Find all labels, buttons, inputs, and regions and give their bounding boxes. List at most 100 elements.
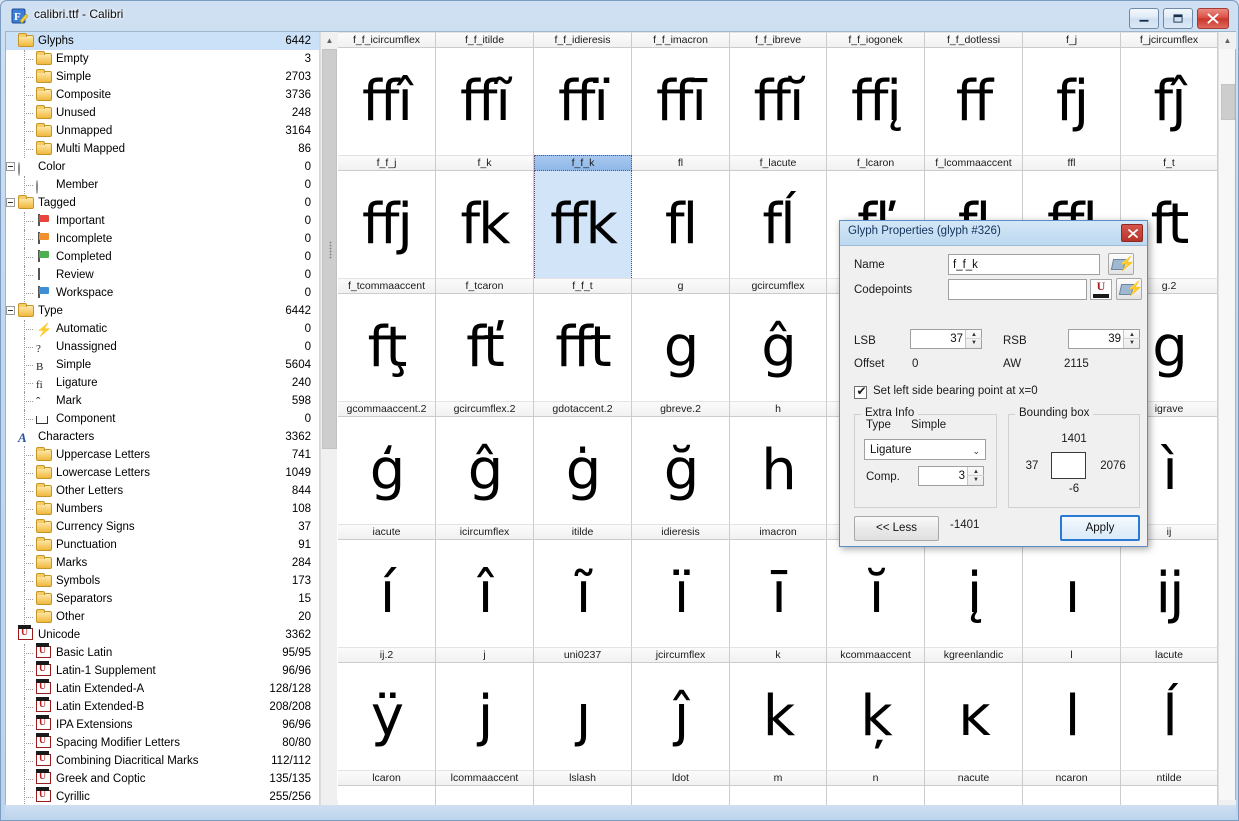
glyph-cell-label[interactable]: icircumflex bbox=[436, 524, 534, 540]
glyph-cell[interactable]: fĺ bbox=[730, 171, 827, 278]
glyph-cell-label[interactable]: lacute bbox=[1121, 647, 1218, 663]
glyph-cell[interactable]: ĵ bbox=[632, 663, 730, 770]
glyph-type-select[interactable]: Ligature ⌄ bbox=[864, 439, 986, 460]
tree-item-composite[interactable]: Composite 3736 bbox=[6, 86, 319, 104]
glyph-cell[interactable]: g bbox=[632, 294, 730, 401]
glyph-cell[interactable]: ĝ bbox=[436, 417, 534, 524]
glyph-cell[interactable]: ğ bbox=[632, 417, 730, 524]
tree-item-incomplete[interactable]: Incomplete 0 bbox=[6, 230, 319, 248]
tree-item-review[interactable]: Review 0 bbox=[6, 266, 319, 284]
glyph-cell[interactable]: j bbox=[436, 663, 534, 770]
less-button[interactable]: << Less bbox=[854, 516, 939, 541]
glyph-cell-label[interactable]: lcaron bbox=[338, 770, 436, 786]
glyph-cell[interactable]: ff bbox=[925, 48, 1023, 155]
apply-button[interactable]: Apply bbox=[1060, 515, 1140, 541]
rsb-spin-up[interactable]: ▲ bbox=[1124, 330, 1140, 339]
glyph-cell-label[interactable]: gdotaccent.2 bbox=[534, 401, 632, 417]
tree-item-unmapped[interactable]: Unmapped 3164 bbox=[6, 122, 319, 140]
glyph-cell-label[interactable]: f_lacute bbox=[730, 155, 827, 171]
tree-expander-collapse-icon[interactable] bbox=[6, 306, 15, 315]
glyph-cell-label[interactable]: g bbox=[632, 278, 730, 294]
glyph-cell-label[interactable]: ncaron bbox=[1023, 770, 1121, 786]
glyph-cell-label[interactable]: m bbox=[730, 770, 827, 786]
comp-spin-up[interactable]: ▲ bbox=[968, 467, 984, 476]
glyph-cell[interactable]: ġ bbox=[534, 417, 632, 524]
tree-item-symbols[interactable]: Symbols 173 bbox=[6, 572, 319, 590]
tree-item-currency-signs[interactable]: Currency Signs 37 bbox=[6, 518, 319, 536]
glyph-cell[interactable]: ĺ bbox=[1121, 663, 1218, 770]
tree-item-uppercase-letters[interactable]: Uppercase Letters 741 bbox=[6, 446, 319, 464]
lsb-spin-buttons[interactable]: ▲ ▼ bbox=[965, 330, 982, 348]
glyph-cell[interactable]: h bbox=[730, 417, 827, 524]
glyph-cell-label[interactable]: fl bbox=[632, 155, 730, 171]
tree-item-tagged[interactable]: Tagged 0 bbox=[6, 194, 319, 212]
tree-item-punctuation[interactable]: Punctuation 91 bbox=[6, 536, 319, 554]
glyph-cell[interactable]: î bbox=[436, 540, 534, 647]
tree-item-ligature[interactable]: fi Ligature 240 bbox=[6, 374, 319, 392]
glyph-cell-label[interactable]: f_t bbox=[1121, 155, 1218, 171]
glyph-cell-label[interactable]: k bbox=[730, 647, 827, 663]
glyph-cell[interactable]: ffĩ bbox=[436, 48, 534, 155]
tree-item-lowercase-letters[interactable]: Lowercase Letters 1049 bbox=[6, 464, 319, 482]
tree-scroll-up-button[interactable]: ▲ bbox=[321, 32, 338, 49]
glyph-cell[interactable]: ĝ bbox=[730, 294, 827, 401]
tree-item-unicode[interactable]: U Unicode 3362 bbox=[6, 625, 319, 644]
glyph-cell[interactable]: fť bbox=[436, 294, 534, 401]
glyph-cell[interactable]: ffk bbox=[534, 171, 632, 278]
glyph-cell[interactable]: ffj bbox=[338, 171, 436, 278]
glyph-cell[interactable]: fĵ bbox=[1121, 48, 1218, 155]
glyph-cell-label[interactable]: kcommaaccent bbox=[827, 647, 925, 663]
tree-item-automatic[interactable]: ⚡ Automatic 0 bbox=[6, 320, 319, 338]
glyph-cell-label[interactable]: l bbox=[1023, 647, 1121, 663]
glyph-cell-label[interactable]: idieresis bbox=[632, 524, 730, 540]
tree-scrollbar-thumb[interactable] bbox=[322, 49, 337, 449]
tree-item-simple[interactable]: B Simple 5604 bbox=[6, 356, 319, 374]
maximize-button[interactable] bbox=[1163, 8, 1193, 29]
tree-item-empty[interactable]: Empty 3 bbox=[6, 50, 319, 68]
glyph-cell-label[interactable]: f_f_imacron bbox=[632, 32, 730, 48]
dialog-close-button[interactable] bbox=[1121, 224, 1143, 242]
tree-item-spacing-modifier-letters[interactable]: U Spacing Modifier Letters 80/80 bbox=[6, 733, 319, 752]
comp-stepper[interactable]: 3 ▲ ▼ bbox=[918, 466, 984, 486]
glyph-cell-label[interactable]: imacron bbox=[730, 524, 827, 540]
lsb-stepper[interactable]: 37 ▲ ▼ bbox=[910, 329, 982, 349]
grid-scrollbar[interactable]: ▲ ▼ bbox=[1218, 32, 1236, 817]
glyph-cell[interactable]: fk bbox=[436, 171, 534, 278]
tree-expander-collapse-icon[interactable] bbox=[6, 162, 15, 171]
tree-item-cyrillic[interactable]: U Cyrillic 255/256 bbox=[6, 787, 319, 806]
glyph-cell-label[interactable]: f_f_itilde bbox=[436, 32, 534, 48]
glyph-cell[interactable]: ffĭ bbox=[730, 48, 827, 155]
glyph-cell[interactable]: į bbox=[925, 540, 1023, 647]
glyph-cell[interactable]: ï bbox=[632, 540, 730, 647]
glyph-cell[interactable]: l bbox=[1023, 663, 1121, 770]
grid-scrollbar-thumb[interactable] bbox=[1221, 84, 1235, 120]
glyph-cell-label[interactable]: f_f_ibreve bbox=[730, 32, 827, 48]
tag-lightning-icon-button-codepoints[interactable]: ⚡ bbox=[1116, 278, 1143, 300]
glyph-cell-label[interactable]: f_k bbox=[436, 155, 534, 171]
glyph-cell-label[interactable]: f_tcaron bbox=[436, 278, 534, 294]
glyph-tree[interactable]: Glyphs 6442 Empty 3 Simple 2703 Composite 3736 U… bbox=[6, 32, 320, 817]
minimize-button[interactable] bbox=[1129, 8, 1159, 29]
glyph-cell[interactable]: ȷ bbox=[534, 663, 632, 770]
glyph-cell-label[interactable]: n bbox=[827, 770, 925, 786]
tree-expander-collapse-icon[interactable] bbox=[6, 198, 15, 207]
glyph-cell[interactable]: fl bbox=[632, 171, 730, 278]
tree-item-other-letters[interactable]: Other Letters 844 bbox=[6, 482, 319, 500]
glyph-cell-label[interactable]: f_lcommaaccent bbox=[925, 155, 1023, 171]
grid-scroll-up-button[interactable]: ▲ bbox=[1219, 32, 1236, 49]
glyph-cell-label[interactable]: j bbox=[436, 647, 534, 663]
glyph-cell[interactable]: ĭ bbox=[827, 540, 925, 647]
glyph-cell-label[interactable]: f_f_k bbox=[534, 155, 632, 171]
glyph-cell[interactable]: k bbox=[730, 663, 827, 770]
glyph-cell[interactable]: ĸ bbox=[925, 663, 1023, 770]
tree-item-important[interactable]: Important 0 bbox=[6, 212, 319, 230]
tree-item-type[interactable]: Type 6442 bbox=[6, 302, 319, 320]
glyph-cell[interactable]: ģ bbox=[338, 417, 436, 524]
glyph-cell-label[interactable]: f_j bbox=[1023, 32, 1121, 48]
tree-item-glyphs[interactable]: Glyphs 6442 bbox=[6, 32, 319, 50]
glyph-cell[interactable]: ī bbox=[730, 540, 827, 647]
tree-item-color[interactable]: Color 0 bbox=[6, 158, 319, 176]
tree-item-unassigned[interactable]: ? Unassigned 0 bbox=[6, 338, 319, 356]
glyph-cell-label[interactable]: f_f_icircumflex bbox=[338, 32, 436, 48]
close-button[interactable] bbox=[1197, 8, 1229, 29]
